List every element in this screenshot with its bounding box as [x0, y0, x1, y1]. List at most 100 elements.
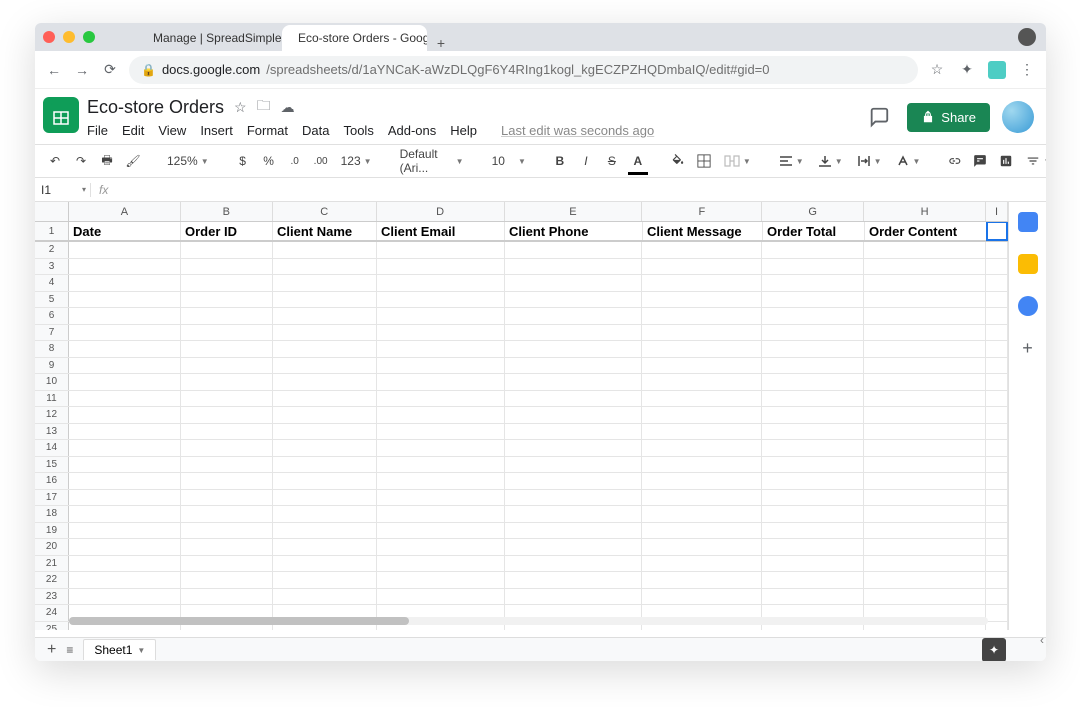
cell-I19[interactable]	[986, 523, 1008, 539]
cell-C13[interactable]	[273, 424, 377, 440]
cell-B6[interactable]	[181, 308, 273, 324]
insert-link-button[interactable]	[944, 149, 964, 173]
row-header-10[interactable]: 10	[35, 374, 69, 390]
cell-H20[interactable]	[864, 539, 986, 555]
cell-D20[interactable]	[377, 539, 505, 555]
cell-D11[interactable]	[377, 391, 505, 407]
cell-G7[interactable]	[762, 325, 864, 341]
strikethrough-button[interactable]: S	[602, 149, 622, 173]
cell-C23[interactable]	[273, 589, 377, 605]
cell-D12[interactable]	[377, 407, 505, 423]
cell-C19[interactable]	[273, 523, 377, 539]
cell-C22[interactable]	[273, 572, 377, 588]
cell-D4[interactable]	[377, 275, 505, 291]
row-header-9[interactable]: 9	[35, 358, 69, 374]
currency-button[interactable]: $	[233, 149, 253, 173]
cell-C8[interactable]	[273, 341, 377, 357]
cell-H12[interactable]	[864, 407, 986, 423]
menu-format[interactable]: Format	[247, 123, 288, 138]
cell-C10[interactable]	[273, 374, 377, 390]
cell-A18[interactable]	[69, 506, 181, 522]
cell-H1[interactable]: Order Content	[865, 222, 987, 240]
cell-B18[interactable]	[181, 506, 273, 522]
cell-A5[interactable]	[69, 292, 181, 308]
cell-G10[interactable]	[762, 374, 864, 390]
cell-A9[interactable]	[69, 358, 181, 374]
column-header-A[interactable]: A	[69, 202, 181, 221]
cell-A13[interactable]	[69, 424, 181, 440]
cell-I5[interactable]	[986, 292, 1008, 308]
cell-A8[interactable]	[69, 341, 181, 357]
cell-C21[interactable]	[273, 556, 377, 572]
cell-C15[interactable]	[273, 457, 377, 473]
increase-decimal-button[interactable]: .00	[311, 149, 331, 173]
spreadsheet-grid[interactable]: ABCDEFGHI 1DateOrder IDClient NameClient…	[35, 202, 1008, 630]
cloud-status-icon[interactable]: ☁	[281, 99, 295, 116]
cell-G21[interactable]	[762, 556, 864, 572]
cell-E11[interactable]	[505, 391, 643, 407]
move-icon[interactable]: 🗀	[257, 95, 271, 119]
cell-C16[interactable]	[273, 473, 377, 489]
column-header-E[interactable]: E	[505, 202, 643, 221]
bold-button[interactable]: B	[550, 149, 570, 173]
cell-H7[interactable]	[864, 325, 986, 341]
cell-B4[interactable]	[181, 275, 273, 291]
cell-F10[interactable]	[642, 374, 762, 390]
cell-E7[interactable]	[505, 325, 643, 341]
cell-H9[interactable]	[864, 358, 986, 374]
cell-I3[interactable]	[986, 259, 1008, 275]
menu-file[interactable]: File	[87, 123, 108, 138]
cell-D7[interactable]	[377, 325, 505, 341]
cell-I1[interactable]	[986, 222, 1008, 241]
cell-B15[interactable]	[181, 457, 273, 473]
cell-I23[interactable]	[986, 589, 1008, 605]
cell-I18[interactable]	[986, 506, 1008, 522]
cell-H19[interactable]	[864, 523, 986, 539]
cell-B12[interactable]	[181, 407, 273, 423]
cell-H6[interactable]	[864, 308, 986, 324]
cell-C11[interactable]	[273, 391, 377, 407]
scrollbar-thumb[interactable]	[69, 617, 409, 625]
vertical-align-button[interactable]: ▼	[814, 154, 847, 168]
cell-D10[interactable]	[377, 374, 505, 390]
cell-B13[interactable]	[181, 424, 273, 440]
close-window-icon[interactable]	[43, 31, 55, 43]
redo-button[interactable]: ↷	[71, 149, 91, 173]
cell-A16[interactable]	[69, 473, 181, 489]
row-header-8[interactable]: 8	[35, 341, 69, 357]
cell-B2[interactable]	[181, 242, 273, 258]
cell-F4[interactable]	[642, 275, 762, 291]
zoom-dropdown[interactable]: 125%▼	[163, 154, 213, 168]
cell-B19[interactable]	[181, 523, 273, 539]
cell-G11[interactable]	[762, 391, 864, 407]
cell-G3[interactable]	[762, 259, 864, 275]
account-avatar[interactable]	[1002, 101, 1034, 133]
cell-D5[interactable]	[377, 292, 505, 308]
extensions-icon[interactable]: ✦	[958, 61, 976, 78]
cell-F21[interactable]	[642, 556, 762, 572]
cell-G17[interactable]	[762, 490, 864, 506]
cell-E1[interactable]: Client Phone	[505, 222, 643, 240]
cell-F3[interactable]	[642, 259, 762, 275]
cell-C9[interactable]	[273, 358, 377, 374]
cell-D22[interactable]	[377, 572, 505, 588]
cell-E12[interactable]	[505, 407, 643, 423]
horizontal-scrollbar[interactable]	[69, 617, 988, 625]
cell-E9[interactable]	[505, 358, 643, 374]
row-header-3[interactable]: 3	[35, 259, 69, 275]
cell-C18[interactable]	[273, 506, 377, 522]
cell-H15[interactable]	[864, 457, 986, 473]
cell-G19[interactable]	[762, 523, 864, 539]
browser-tab-sheets[interactable]: Eco-store Orders - Google She ✕	[282, 25, 427, 51]
cell-G14[interactable]	[762, 440, 864, 456]
row-header-19[interactable]: 19	[35, 523, 69, 539]
borders-button[interactable]	[694, 149, 714, 173]
cell-I2[interactable]	[986, 242, 1008, 258]
cell-E4[interactable]	[505, 275, 643, 291]
cell-F18[interactable]	[642, 506, 762, 522]
star-icon[interactable]: ☆	[234, 99, 247, 116]
cell-G13[interactable]	[762, 424, 864, 440]
cell-I7[interactable]	[986, 325, 1008, 341]
cell-D8[interactable]	[377, 341, 505, 357]
show-side-panel-button[interactable]: ‹	[1040, 633, 1044, 647]
